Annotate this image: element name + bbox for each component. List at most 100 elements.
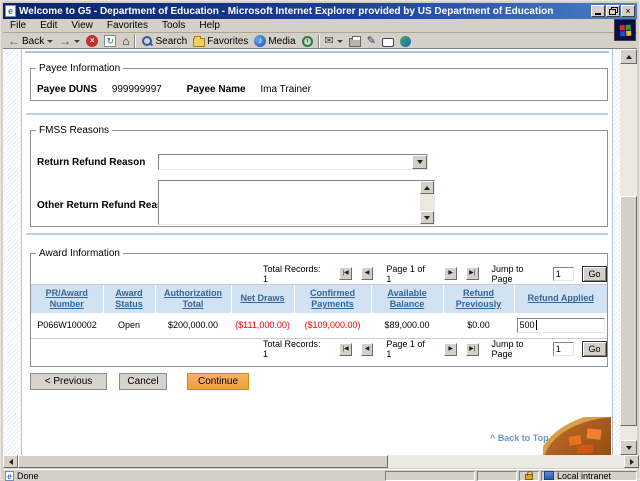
search-button[interactable]: Search bbox=[138, 34, 190, 48]
forward-dropdown-icon[interactable] bbox=[74, 40, 80, 43]
next-page-button[interactable]: ▶ bbox=[444, 343, 457, 356]
chevron-down-icon bbox=[417, 160, 423, 164]
refresh-button[interactable]: ↻ bbox=[101, 34, 119, 48]
column-header-award-status[interactable]: Award Status bbox=[103, 285, 155, 313]
page-indicator: Page 1 of 1 bbox=[386, 339, 430, 359]
vertical-scrollbar[interactable] bbox=[620, 49, 637, 455]
forward-icon: → bbox=[59, 36, 71, 46]
payee-information-legend: Payee Information bbox=[36, 63, 123, 74]
toolbar-separator bbox=[134, 35, 136, 48]
menu-item-help[interactable]: Help bbox=[192, 20, 227, 31]
go-button[interactable]: Go bbox=[582, 266, 607, 282]
cell-available-balance: $89,000.00 bbox=[371, 313, 443, 338]
lock-icon bbox=[525, 474, 533, 480]
menu-item-favorites[interactable]: Favorites bbox=[100, 20, 155, 31]
previous-page-button[interactable]: ◀ bbox=[361, 343, 374, 356]
corner-classroom-image bbox=[543, 417, 611, 455]
scroll-down-icon[interactable] bbox=[420, 211, 434, 224]
payee-line: Payee DUNS 999999997 Payee Name Ima Trai… bbox=[37, 84, 333, 95]
titlebar: e Welcome to G5 - Department of Educatio… bbox=[3, 3, 637, 19]
return-refund-reason-select[interactable] bbox=[158, 154, 428, 170]
select-dropdown-button[interactable] bbox=[412, 155, 427, 169]
cell-refund-previously: $0.00 bbox=[443, 313, 514, 338]
edit-button[interactable]: ✎ bbox=[364, 34, 379, 48]
fmss-reasons-legend: FMSS Reasons bbox=[36, 125, 112, 136]
column-header-confirmed-payments[interactable]: Confirmed Payments bbox=[294, 285, 371, 313]
cell-confirmed-payments: ($109,000.00) bbox=[294, 313, 371, 338]
stop-icon: × bbox=[86, 35, 98, 47]
print-button[interactable] bbox=[346, 34, 364, 48]
go-button[interactable]: Go bbox=[582, 341, 607, 357]
menu-item-file[interactable]: File bbox=[3, 20, 33, 31]
other-return-refund-reason-textarea[interactable] bbox=[158, 180, 435, 225]
toolbar-separator bbox=[318, 35, 320, 48]
menu-item-edit[interactable]: Edit bbox=[33, 20, 64, 31]
scroll-right-icon[interactable] bbox=[624, 455, 639, 468]
back-icon: ← bbox=[8, 36, 20, 46]
return-refund-reason-label: Return Refund Reason bbox=[37, 157, 145, 168]
media-label: Media bbox=[268, 36, 295, 47]
mail-button[interactable]: ✉ bbox=[322, 34, 346, 48]
zone-text: Local intranet bbox=[557, 471, 611, 481]
award-information-group: Award Information Total Records: 1 |◀ ◀ … bbox=[30, 248, 608, 367]
messenger-button[interactable] bbox=[397, 34, 414, 48]
back-button[interactable]: ← Back bbox=[5, 34, 56, 48]
column-header-refund-applied[interactable]: Refund Applied bbox=[514, 285, 607, 313]
next-page-button[interactable]: ▶ bbox=[444, 267, 457, 280]
scroll-down-icon[interactable] bbox=[620, 440, 637, 455]
last-page-button[interactable]: ▶| bbox=[466, 267, 479, 280]
cell-authorization-total: $200,000.00 bbox=[155, 313, 231, 338]
horizontal-scroll-thumb[interactable] bbox=[18, 455, 388, 468]
mail-dropdown-icon[interactable] bbox=[337, 40, 343, 43]
jump-to-page-input[interactable]: 1 bbox=[553, 342, 574, 356]
close-button[interactable]: × bbox=[621, 5, 635, 17]
menu-item-tools[interactable]: Tools bbox=[155, 20, 192, 31]
section-divider bbox=[26, 113, 608, 115]
first-page-button[interactable]: |◀ bbox=[339, 267, 352, 280]
history-button[interactable] bbox=[299, 34, 316, 48]
horizontal-scrollbar[interactable] bbox=[3, 455, 639, 468]
messenger-icon bbox=[400, 36, 411, 47]
first-page-button[interactable]: |◀ bbox=[339, 343, 352, 356]
stop-button[interactable]: × bbox=[83, 34, 101, 48]
vertical-scroll-thumb[interactable] bbox=[620, 196, 637, 426]
total-records-label: Total Records: 1 bbox=[263, 264, 325, 284]
column-header-authorization-total[interactable]: Authorization Total bbox=[155, 285, 231, 313]
column-header-available-balance[interactable]: Available Balance bbox=[371, 285, 443, 313]
home-button[interactable]: ⌂ bbox=[119, 34, 132, 48]
back-dropdown-icon[interactable] bbox=[47, 40, 53, 43]
minimize-button[interactable] bbox=[591, 5, 605, 17]
forward-button[interactable]: → bbox=[56, 34, 83, 48]
action-buttons: < Previous Cancel Continue bbox=[30, 373, 249, 390]
table-header-row: PR/Award Number Award Status Authorizati… bbox=[31, 285, 607, 313]
edit-icon: ✎ bbox=[367, 36, 376, 46]
column-header-net-draws[interactable]: Net Draws bbox=[231, 285, 294, 313]
favorites-button[interactable]: Favorites bbox=[190, 34, 251, 48]
jump-to-page-label: Jump to Page bbox=[492, 339, 545, 359]
previous-button[interactable]: < Previous bbox=[30, 373, 107, 390]
cell-pr-award-number: P066W100002 bbox=[31, 313, 103, 338]
column-header-refund-previously[interactable]: Refund Previously bbox=[443, 285, 514, 313]
continue-button[interactable]: Continue bbox=[187, 373, 249, 390]
cancel-button[interactable]: Cancel bbox=[119, 373, 167, 390]
back-to-top-link[interactable]: ^ Back to Top bbox=[490, 433, 549, 443]
textarea-scrollbar[interactable] bbox=[420, 181, 434, 224]
last-page-button[interactable]: ▶| bbox=[466, 343, 479, 356]
scroll-up-icon[interactable] bbox=[620, 49, 637, 64]
toolbar: ← Back → × ↻ ⌂ Search Favorites ♪ Media … bbox=[3, 34, 637, 49]
column-header-pr-award-number[interactable]: PR/Award Number bbox=[31, 285, 103, 313]
page-top-rule bbox=[25, 51, 609, 53]
discuss-button[interactable] bbox=[379, 34, 397, 48]
menu-item-view[interactable]: View bbox=[64, 20, 100, 31]
restore-button[interactable] bbox=[606, 5, 620, 17]
other-return-refund-reason-label: Other Return Refund Reason bbox=[37, 200, 175, 211]
scroll-up-icon[interactable] bbox=[420, 181, 434, 194]
pagination-bottom: Total Records: 1 |◀ ◀ Page 1 of 1 ▶ ▶| J… bbox=[31, 338, 607, 360]
refund-applied-input[interactable]: 500 bbox=[517, 318, 605, 333]
zone-pane: Local intranet bbox=[541, 471, 637, 481]
scroll-left-icon[interactable] bbox=[3, 455, 18, 468]
jump-to-page-input[interactable]: 1 bbox=[553, 267, 574, 281]
media-button[interactable]: ♪ Media bbox=[251, 34, 298, 48]
menu-bar: File Edit View Favorites Tools Help bbox=[3, 19, 637, 33]
previous-page-button[interactable]: ◀ bbox=[361, 267, 374, 280]
